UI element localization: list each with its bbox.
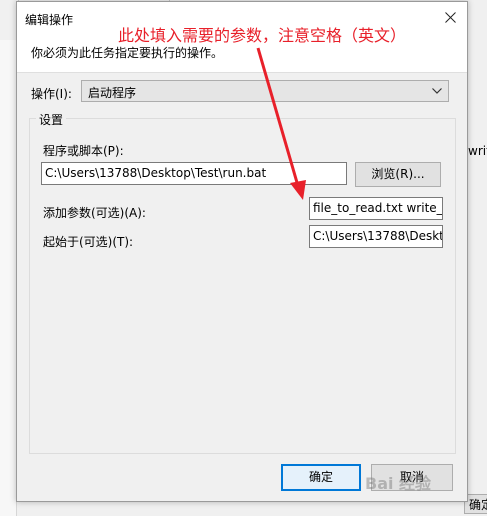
args-label: 添加参数(可选)(A):: [43, 206, 146, 220]
background-left-strip: [0, 40, 17, 516]
settings-group-label: 设置: [36, 111, 67, 128]
watermark: Bai 经验: [365, 474, 432, 493]
start-in-input[interactable]: C:\Users\13788\Deskto: [309, 225, 443, 248]
edit-action-dialog: 编辑操作 你必须为此任务指定要执行的操作。 操作(I): 启动程序 设置 程序或…: [16, 1, 468, 502]
browse-button[interactable]: 浏览(R)...: [355, 162, 441, 187]
background-right-text: writ: [468, 144, 487, 158]
program-input[interactable]: C:\Users\13788\Desktop\Test\run.bat: [41, 162, 347, 185]
action-select-value: 启动程序: [88, 86, 137, 100]
dialog-title: 编辑操作: [25, 13, 74, 27]
action-label: 操作(I):: [31, 87, 72, 101]
close-icon: [445, 12, 456, 23]
action-select[interactable]: 启动程序: [81, 80, 449, 102]
program-label: 程序或脚本(P):: [43, 144, 124, 158]
ok-button[interactable]: 确定: [281, 464, 361, 491]
start-in-label: 起始于(可选)(T):: [43, 235, 134, 249]
chevron-down-icon: [432, 88, 442, 94]
args-input[interactable]: file_to_read.txt write_t: [309, 197, 443, 220]
annotation-text: 此处填入需要的参数，注意空格（英文）: [118, 26, 407, 45]
close-button[interactable]: [437, 6, 463, 30]
dialog-description: 你必须为此任务指定要执行的操作。: [31, 46, 224, 60]
